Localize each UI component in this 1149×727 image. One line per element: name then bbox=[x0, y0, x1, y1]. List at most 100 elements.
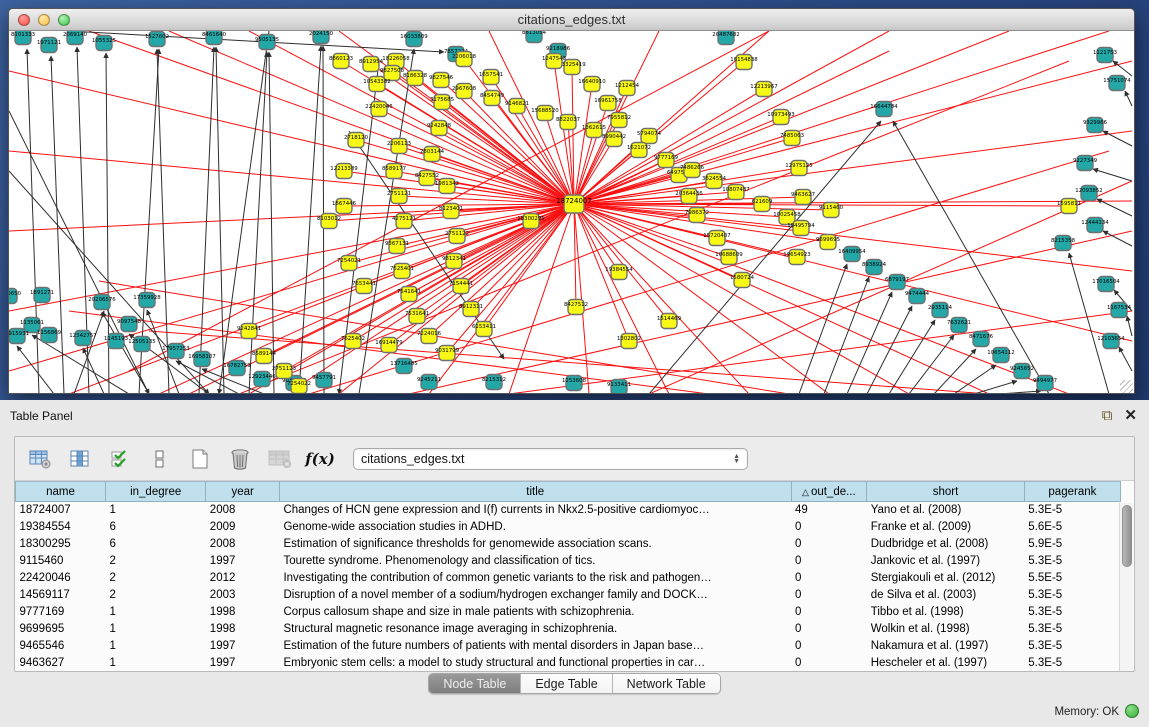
table-cell[interactable]: 5.3E-5 bbox=[1024, 638, 1120, 655]
table-row[interactable]: 969969511998Structural magnetic resonanc… bbox=[16, 621, 1121, 638]
table-scrollbar-thumb[interactable] bbox=[1122, 505, 1132, 567]
table-cell[interactable]: 2 bbox=[106, 553, 206, 570]
table-row[interactable]: 911546021997Tourette syndrome. Phenomeno… bbox=[16, 553, 1121, 570]
table-cell[interactable]: Changes of HCN gene expression and I(f) … bbox=[279, 502, 791, 519]
network-canvas-svg[interactable]: 8101333197112120691401055325152760284616… bbox=[9, 31, 1134, 394]
column-header-out_de[interactable]: △out_de... bbox=[791, 482, 867, 502]
table-cell[interactable]: 2 bbox=[106, 570, 206, 587]
table-cell[interactable]: 1997 bbox=[206, 553, 280, 570]
table-cell[interactable]: 2008 bbox=[206, 536, 280, 553]
table-cell[interactable]: 0 bbox=[791, 655, 867, 672]
table-cell[interactable]: Investigating the contribution of common… bbox=[279, 570, 791, 587]
table-scrollbar[interactable] bbox=[1119, 503, 1133, 671]
table-cell[interactable]: 0 bbox=[791, 570, 867, 587]
table-cell[interactable]: 0 bbox=[791, 553, 867, 570]
column-header-name[interactable]: name bbox=[16, 482, 106, 502]
table-row[interactable]: 977716911998Corpus callosum shape and si… bbox=[16, 604, 1121, 621]
table-cell[interactable]: 9465546 bbox=[16, 638, 106, 655]
table-cell[interactable]: 1997 bbox=[206, 638, 280, 655]
window-titlebar[interactable]: citations_edges.txt bbox=[9, 9, 1134, 31]
table-cell[interactable]: 5.3E-5 bbox=[1024, 502, 1120, 519]
table-cell[interactable]: 0 bbox=[791, 587, 867, 604]
function-builder-button[interactable]: f(x) bbox=[307, 446, 333, 472]
table-cell[interactable]: 14569117 bbox=[16, 587, 106, 604]
table-cell[interactable]: 2003 bbox=[206, 587, 280, 604]
table-cell[interactable]: Disruption of a novel member of a sodium… bbox=[279, 587, 791, 604]
table-cell[interactable]: 1 bbox=[106, 638, 206, 655]
delete-column-button[interactable] bbox=[227, 446, 253, 472]
toggle-rows-button[interactable] bbox=[147, 446, 173, 472]
table-cell[interactable]: Hescheler et al. (1997) bbox=[867, 655, 1025, 672]
table-cell[interactable]: 22420046 bbox=[16, 570, 106, 587]
table-cell[interactable]: de Silva et al. (2003) bbox=[867, 587, 1025, 604]
table-cell[interactable]: 0 bbox=[791, 604, 867, 621]
table-cell[interactable]: 9463627 bbox=[16, 655, 106, 672]
table-cell[interactable]: 5.3E-5 bbox=[1024, 655, 1120, 672]
table-cell[interactable]: Estimation of significance thresholds fo… bbox=[279, 536, 791, 553]
table-cell[interactable]: Embryonic stem cells: a model to study s… bbox=[279, 655, 791, 672]
network-table-selector[interactable]: citations_edges.txt ▲▼ bbox=[353, 448, 748, 470]
create-column-button[interactable] bbox=[187, 446, 213, 472]
close-panel-icon[interactable]: ✕ bbox=[1124, 406, 1137, 424]
delete-table-button[interactable] bbox=[267, 446, 293, 472]
network-window[interactable]: citations_edges.txt 81013331971121206914… bbox=[8, 8, 1135, 394]
table-cell[interactable]: 2 bbox=[106, 587, 206, 604]
table-cell[interactable]: 0 bbox=[791, 621, 867, 638]
table-cell[interactable]: 0 bbox=[791, 536, 867, 553]
table-cell[interactable]: 2012 bbox=[206, 570, 280, 587]
table-cell[interactable]: 2008 bbox=[206, 502, 280, 519]
table-cell[interactable]: 1997 bbox=[206, 655, 280, 672]
table-cell[interactable]: Corpus callosum shape and size in male p… bbox=[279, 604, 791, 621]
tab-network-table[interactable]: Network Table bbox=[613, 674, 720, 693]
table-cell[interactable]: Genome-wide association studies in ADHD. bbox=[279, 519, 791, 536]
table-cell[interactable]: Stergiakouli et al. (2012) bbox=[867, 570, 1025, 587]
table-cell[interactable]: 9115460 bbox=[16, 553, 106, 570]
column-header-in_degree[interactable]: in_degree bbox=[106, 482, 206, 502]
table-cell[interactable]: 5.5E-5 bbox=[1024, 570, 1120, 587]
table-row[interactable]: 1456911722003Disruption of a novel membe… bbox=[16, 587, 1121, 604]
table-cell[interactable]: 0 bbox=[791, 519, 867, 536]
table-cell[interactable]: 1998 bbox=[206, 621, 280, 638]
table-cell[interactable]: Tourette syndrome. Phenomenology and cla… bbox=[279, 553, 791, 570]
table-cell[interactable]: Yano et al. (2008) bbox=[867, 502, 1025, 519]
table-row[interactable]: 2242004622012Investigating the contribut… bbox=[16, 570, 1121, 587]
table-cell[interactable]: Franke et al. (2009) bbox=[867, 519, 1025, 536]
select-rows-button[interactable] bbox=[107, 446, 133, 472]
table-cell[interactable]: Estimation of the future numbers of pati… bbox=[279, 638, 791, 655]
table-cell[interactable]: 5.3E-5 bbox=[1024, 604, 1120, 621]
table-row[interactable]: 1872400712008Changes of HCN gene express… bbox=[16, 502, 1121, 519]
table-cell[interactable]: Tibbo et al. (1998) bbox=[867, 604, 1025, 621]
table-cell[interactable]: Structural magnetic resonance image aver… bbox=[279, 621, 791, 638]
network-canvas[interactable]: 8101333197112120691401055325152760284616… bbox=[9, 31, 1134, 394]
tab-node-table[interactable]: Node Table bbox=[429, 674, 521, 693]
table-row[interactable]: 1830029562008Estimation of significance … bbox=[16, 536, 1121, 553]
table-cell[interactable]: 5.3E-5 bbox=[1024, 621, 1120, 638]
table-cell[interactable]: 1 bbox=[106, 655, 206, 672]
table-cell[interactable]: 18300295 bbox=[16, 536, 106, 553]
table-cell[interactable]: 0 bbox=[791, 638, 867, 655]
table-cell[interactable]: 6 bbox=[106, 519, 206, 536]
tab-edge-table[interactable]: Edge Table bbox=[521, 674, 612, 693]
table-cell[interactable]: 1998 bbox=[206, 604, 280, 621]
table-cell[interactable]: 5.9E-5 bbox=[1024, 536, 1120, 553]
table-cell[interactable]: 1 bbox=[106, 604, 206, 621]
table-cell[interactable]: 5.6E-5 bbox=[1024, 519, 1120, 536]
table-row[interactable]: 946362711997Embryonic stem cells: a mode… bbox=[16, 655, 1121, 672]
column-header-short[interactable]: short bbox=[867, 482, 1025, 502]
column-header-title[interactable]: title bbox=[279, 482, 791, 502]
show-columns-button[interactable] bbox=[67, 446, 93, 472]
table-cell[interactable]: Jankovic et al. (1997) bbox=[867, 553, 1025, 570]
table-cell[interactable]: 1 bbox=[106, 502, 206, 519]
table-cell[interactable]: 9699695 bbox=[16, 621, 106, 638]
table-cell[interactable]: 5.3E-5 bbox=[1024, 553, 1120, 570]
column-header-pagerank[interactable]: pagerank bbox=[1024, 482, 1120, 502]
table-cell[interactable]: Dudbridge et al. (2008) bbox=[867, 536, 1025, 553]
table-cell[interactable]: 6 bbox=[106, 536, 206, 553]
column-header-year[interactable]: year bbox=[206, 482, 280, 502]
table-cell[interactable]: 49 bbox=[791, 502, 867, 519]
table-cell[interactable]: 5.3E-5 bbox=[1024, 587, 1120, 604]
table-cell[interactable]: Wolkin et al. (1998) bbox=[867, 621, 1025, 638]
resize-grip-icon[interactable] bbox=[1120, 380, 1133, 393]
table-cell[interactable]: 9777169 bbox=[16, 604, 106, 621]
float-panel-icon[interactable]: ⧉ bbox=[1102, 407, 1113, 424]
